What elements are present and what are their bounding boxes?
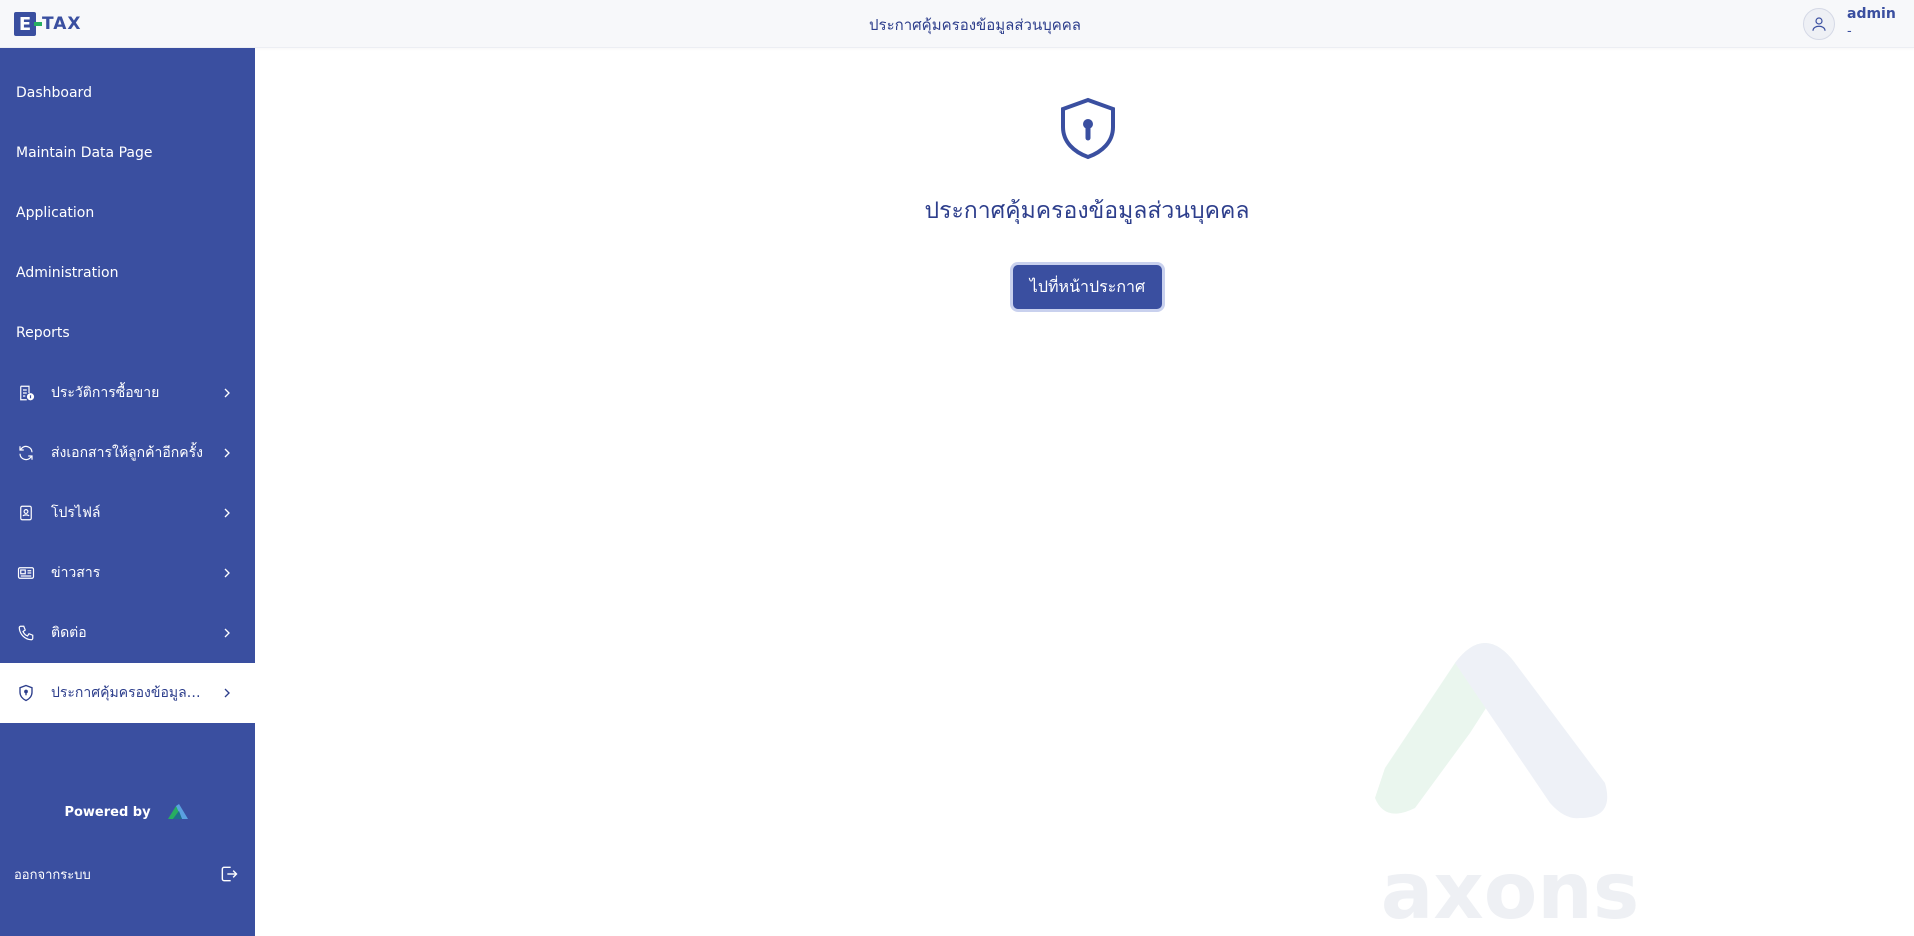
sidebar-item-label: ส่งเอกสารให้ลูกค้าอีกครั้ง [51,445,203,461]
watermark-text: axons [1381,847,1640,936]
powered-by-label: Powered by [64,804,151,820]
refresh-icon [16,443,36,463]
logout-button[interactable]: ออกจากระบบ [14,860,239,888]
chevron-right-icon [224,688,230,698]
sidebar-item-label: Administration [16,265,119,281]
sidebar-item-administration[interactable]: Administration [0,243,255,303]
news-icon [16,563,36,583]
sidebar-item-profile[interactable]: โปรไฟล์ [0,483,255,543]
axons-watermark: axons [1375,643,1640,936]
user-avatar[interactable] [1803,8,1835,40]
shield-icon [16,683,36,703]
sidebar-item-maintain-data[interactable]: Maintain Data Page [0,123,255,183]
sidebar-item-label: ประกาศคุ้มครองข้อมูลส่... [51,685,206,701]
sidebar-item-reports[interactable]: Reports [0,303,255,363]
sidebar-item-contact[interactable]: ติดต่อ [0,603,255,663]
sidebar-item-label: ข่าวสาร [51,565,101,581]
chevron-right-icon [224,448,230,458]
sidebar-item-privacy-notice[interactable]: ประกาศคุ้มครองข้อมูลส่... [0,663,255,723]
sidebar-item-label: ติดต่อ [51,625,87,641]
page-title: ประกาศคุ้มครองข้อมูลส่วนบุคคล [869,16,1081,34]
sidebar-item-label: Maintain Data Page [16,145,153,161]
chevron-right-icon [224,508,230,518]
profile-card-icon [16,503,36,523]
logout-label: ออกจากระบบ [14,867,91,883]
sidebar-item-label: Reports [16,325,70,341]
sidebar-item-news[interactable]: ข่าวสาร [0,543,255,603]
chevron-right-icon [224,388,230,398]
user-icon [1812,17,1826,31]
sidebar-item-label: Application [16,205,95,221]
phone-icon [16,623,36,643]
go-to-notice-button[interactable]: ไปที่หน้าประกาศ [1010,262,1165,312]
shield-lock-icon [1061,97,1115,160]
receipt-icon [16,383,36,403]
sidebar: Dashboard Maintain Data Page Application… [0,48,255,936]
sidebar-item-application[interactable]: Application [0,183,255,243]
chevron-right-icon [224,568,230,578]
sidebar-item-dashboard[interactable]: Dashboard [0,63,255,123]
top-header: E TAX ประกาศคุ้มครองข้อมูลส่วนบุคคล admi… [0,0,1914,48]
sidebar-item-label: ประวัติการซื้อขาย [51,385,160,401]
main-content: axons ประกาศคุ้มครองข้อมูลส่วนบุคคล ไปที… [255,48,1914,936]
powered-by: Powered by [0,800,255,824]
sidebar-item-label: Dashboard [16,85,92,101]
logout-icon [221,866,238,882]
sidebar-item-purchase-history[interactable]: ประวัติการซื้อขาย [0,363,255,423]
user-role: - [1847,24,1852,39]
sidebar-item-label: โปรไฟล์ [51,505,101,521]
sidebar-item-resend-documents[interactable]: ส่งเอกสารให้ลูกค้าอีกครั้ง [0,423,255,483]
chevron-right-icon [224,628,230,638]
axons-logo-icon [167,804,188,819]
user-name[interactable]: admin [1847,6,1896,22]
notice-title: ประกาศคุ้มครองข้อมูลส่วนบุคคล [924,198,1250,224]
